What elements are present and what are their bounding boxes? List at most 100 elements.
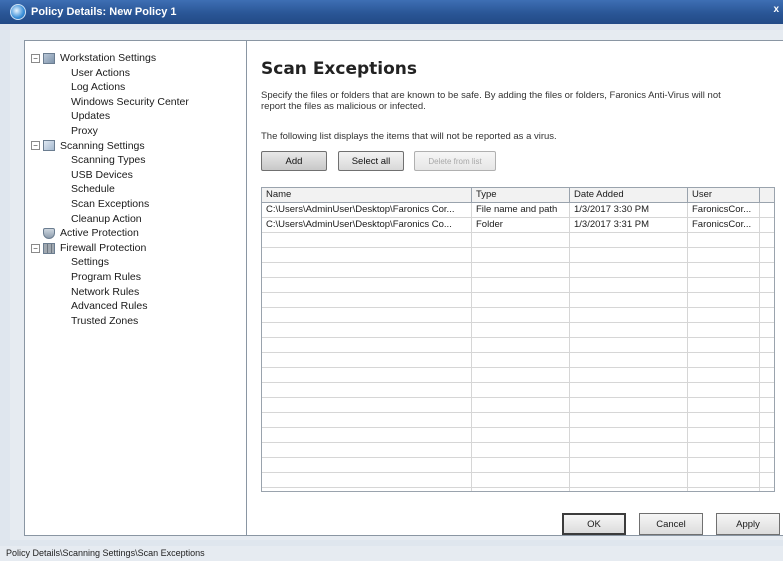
tree-item[interactable]: Updates bbox=[31, 109, 189, 124]
empty-table-row bbox=[262, 458, 774, 473]
empty-table-row bbox=[262, 383, 774, 398]
apply-button[interactable]: Apply bbox=[716, 513, 780, 535]
empty-cell bbox=[472, 443, 570, 457]
tree-item-label: Active Protection bbox=[60, 227, 139, 240]
tree-item[interactable]: Active Protection bbox=[31, 226, 189, 241]
empty-cell bbox=[262, 458, 472, 472]
tree-item-label: Scanning Types bbox=[71, 154, 146, 167]
tree-item[interactable]: − Workstation Settings bbox=[31, 51, 189, 66]
empty-table-row bbox=[262, 308, 774, 323]
empty-cell bbox=[688, 248, 760, 262]
cell-type: Folder bbox=[472, 218, 570, 232]
empty-table-row bbox=[262, 473, 774, 488]
tree-item[interactable]: USB Devices bbox=[31, 168, 189, 183]
tree-item[interactable]: − Scanning Settings bbox=[31, 139, 189, 154]
collapse-icon[interactable]: − bbox=[31, 53, 40, 63]
empty-cell bbox=[688, 368, 760, 382]
empty-cell bbox=[472, 278, 570, 292]
tree-item-label: Program Rules bbox=[71, 270, 142, 283]
tree-item[interactable]: Proxy bbox=[31, 124, 189, 139]
empty-table-row bbox=[262, 353, 774, 368]
tree-item-label: Firewall Protection bbox=[60, 241, 147, 254]
empty-cell bbox=[472, 383, 570, 397]
cell-date-added: 1/3/2017 3:31 PM bbox=[570, 218, 688, 232]
tree-item-label: Proxy bbox=[71, 124, 98, 137]
empty-cell bbox=[262, 308, 472, 322]
empty-cell bbox=[688, 263, 760, 277]
empty-cell bbox=[570, 293, 688, 307]
table-row[interactable]: C:\Users\AdminUser\Desktop\Faronics Co..… bbox=[262, 218, 774, 233]
table-row[interactable]: C:\Users\AdminUser\Desktop\Faronics Cor.… bbox=[262, 203, 774, 218]
tree-item[interactable]: Network Rules bbox=[31, 285, 189, 300]
workstation-icon bbox=[43, 52, 55, 64]
empty-cell bbox=[570, 308, 688, 322]
empty-cell bbox=[262, 338, 472, 352]
empty-cell bbox=[472, 428, 570, 442]
cell-type: File name and path bbox=[472, 203, 570, 217]
empty-cell bbox=[688, 458, 760, 472]
tree-item-label: Settings bbox=[71, 256, 109, 269]
cancel-button[interactable]: Cancel bbox=[639, 513, 703, 535]
empty-cell bbox=[262, 443, 472, 457]
close-icon[interactable]: x bbox=[773, 4, 779, 15]
empty-cell bbox=[472, 233, 570, 247]
empty-cell bbox=[570, 383, 688, 397]
cell-date-added: 1/3/2017 3:30 PM bbox=[570, 203, 688, 217]
empty-table-row bbox=[262, 293, 774, 308]
empty-cell bbox=[688, 413, 760, 427]
tree-item[interactable]: Trusted Zones bbox=[31, 314, 189, 329]
empty-cell bbox=[472, 293, 570, 307]
tree-item[interactable]: Scan Exceptions bbox=[31, 197, 189, 212]
tree-item[interactable]: Settings bbox=[31, 255, 189, 270]
tree-item-label: Schedule bbox=[71, 183, 115, 196]
empty-table-row bbox=[262, 413, 774, 428]
tree-item[interactable]: Advanced Rules bbox=[31, 299, 189, 314]
empty-cell bbox=[262, 293, 472, 307]
cell-name: C:\Users\AdminUser\Desktop\Faronics Co..… bbox=[262, 218, 472, 232]
empty-cell bbox=[570, 248, 688, 262]
page-title: Scan Exceptions bbox=[261, 59, 418, 79]
empty-cell bbox=[570, 233, 688, 247]
empty-cell bbox=[472, 413, 570, 427]
empty-cell bbox=[570, 443, 688, 457]
empty-cell bbox=[472, 473, 570, 487]
tree-item[interactable]: Schedule bbox=[31, 182, 189, 197]
shield-icon bbox=[43, 227, 55, 239]
tree-item-label: Network Rules bbox=[71, 285, 140, 298]
table-header: Name Type Date Added User bbox=[262, 188, 774, 203]
empty-cell bbox=[262, 413, 472, 427]
column-header-date-added[interactable]: Date Added bbox=[570, 188, 688, 202]
delete-from-list-button[interactable]: Delete from list bbox=[414, 151, 496, 171]
tree-item[interactable]: Windows Security Center bbox=[31, 95, 189, 110]
select-all-button[interactable]: Select all bbox=[338, 151, 404, 171]
tree-item[interactable]: − Firewall Protection bbox=[31, 241, 189, 256]
empty-cell bbox=[688, 353, 760, 367]
empty-cell bbox=[570, 323, 688, 337]
collapse-icon[interactable]: − bbox=[31, 243, 40, 253]
description-text: Specify the files or folders that are kn… bbox=[261, 90, 721, 112]
ok-button[interactable]: OK bbox=[562, 513, 626, 535]
firewall-icon bbox=[43, 242, 55, 254]
tree-item[interactable]: Scanning Types bbox=[31, 153, 189, 168]
tree-item[interactable]: Cleanup Action bbox=[31, 212, 189, 227]
settings-tree-panel: − Workstation Settings User Actions Log Act… bbox=[24, 40, 254, 536]
empty-cell bbox=[570, 488, 688, 491]
empty-cell bbox=[262, 383, 472, 397]
empty-cell bbox=[570, 368, 688, 382]
empty-cell bbox=[262, 473, 472, 487]
content-panel: Scan Exceptions Specify the files or fol… bbox=[246, 40, 783, 536]
tree-item-label: Log Actions bbox=[71, 81, 126, 94]
tree-item[interactable]: Program Rules bbox=[31, 270, 189, 285]
empty-table-row bbox=[262, 248, 774, 263]
column-header-type[interactable]: Type bbox=[472, 188, 570, 202]
column-header-name[interactable]: Name bbox=[262, 188, 472, 202]
empty-cell bbox=[472, 248, 570, 262]
column-header-user[interactable]: User bbox=[688, 188, 760, 202]
empty-cell bbox=[688, 383, 760, 397]
add-button[interactable]: Add bbox=[261, 151, 327, 171]
collapse-icon[interactable]: − bbox=[31, 141, 40, 151]
tree-item[interactable]: Log Actions bbox=[31, 80, 189, 95]
app-icon bbox=[10, 4, 26, 20]
tree-item[interactable]: User Actions bbox=[31, 66, 189, 81]
empty-cell bbox=[472, 308, 570, 322]
